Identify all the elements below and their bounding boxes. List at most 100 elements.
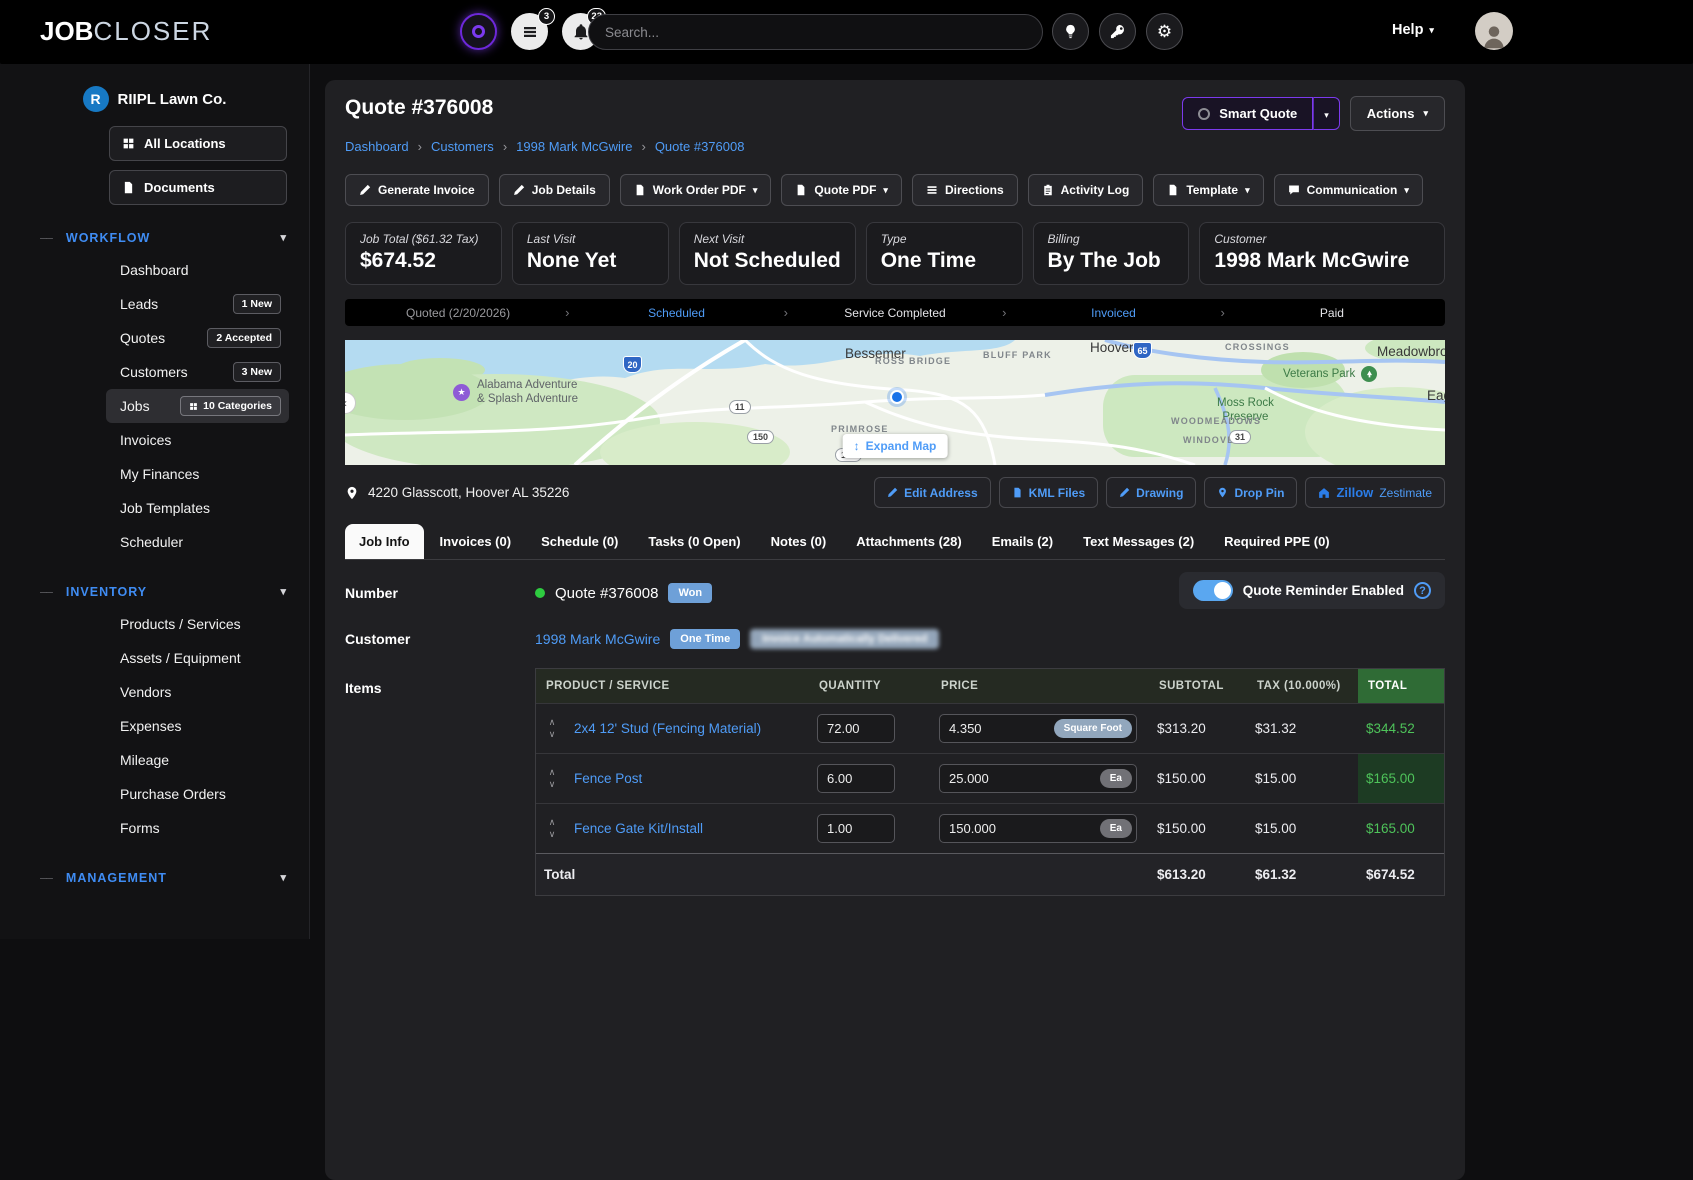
edit-address-button[interactable]: Edit Address (874, 477, 991, 508)
directions-button[interactable]: Directions (912, 174, 1018, 206)
sidebar-item-expenses[interactable]: Expenses (106, 709, 289, 743)
sidebar-section-inventory[interactable]: –– INVENTORY ▾ (40, 585, 287, 599)
tab-required-ppe[interactable]: Required PPE (0) (1210, 524, 1343, 559)
sidebar-item-products-services[interactable]: Products / Services (106, 607, 289, 641)
progress-step-paid[interactable]: Paid (1225, 306, 1439, 320)
tab-emails[interactable]: Emails (2) (978, 524, 1067, 559)
row-reorder-control[interactable]: ∧∨ (536, 710, 566, 747)
generate-invoice-button[interactable]: Generate Invoice (345, 174, 489, 206)
sidebar-item-scheduler[interactable]: Scheduler (106, 525, 289, 559)
chevron-down-icon[interactable]: ∨ (549, 730, 556, 739)
search-input[interactable] (588, 14, 1043, 50)
breadcrumb-customers[interactable]: Customers (431, 139, 494, 154)
smart-quote-dropdown-button[interactable]: ▾ (1313, 97, 1340, 130)
sidebar-item-job-templates[interactable]: Job Templates (106, 491, 289, 525)
customer-link[interactable]: 1998 Mark McGwire (535, 631, 660, 647)
all-locations-button[interactable]: All Locations (109, 126, 287, 161)
tab-schedule[interactable]: Schedule (0) (527, 524, 632, 559)
chevron-down-icon[interactable]: ∨ (549, 780, 556, 789)
communication-button[interactable]: Communication▾ (1274, 174, 1423, 206)
sidebar-item-mileage[interactable]: Mileage (106, 743, 289, 777)
product-link[interactable]: 2x4 12' Stud (Fencing Material) (574, 721, 761, 736)
drawing-button[interactable]: Drawing (1106, 477, 1196, 508)
ideas-button[interactable] (1052, 13, 1089, 50)
section-label: INVENTORY (66, 585, 147, 599)
row-reorder-control[interactable]: ∧∨ (536, 810, 566, 847)
section-label: WORKFLOW (66, 231, 150, 245)
quote-reminder-toggle[interactable] (1193, 580, 1233, 601)
smart-quote-button[interactable]: Smart Quote (1182, 97, 1313, 130)
chevron-down-icon[interactable]: ∨ (549, 830, 556, 839)
drop-pin-button[interactable]: Drop Pin (1204, 477, 1297, 508)
tab-text-messages[interactable]: Text Messages (2) (1069, 524, 1208, 559)
access-keys-button[interactable] (1099, 13, 1136, 50)
documents-button[interactable]: Documents (109, 170, 287, 205)
actions-button[interactable]: Actions ▾ (1350, 96, 1445, 131)
breadcrumb-dashboard[interactable]: Dashboard (345, 139, 409, 154)
help-menu[interactable]: Help ▾ (1392, 22, 1434, 38)
tab-invoices[interactable]: Invoices (0) (426, 524, 526, 559)
activity-log-button[interactable]: Activity Log (1028, 174, 1144, 206)
brand-circle-button[interactable] (460, 13, 497, 50)
help-question-icon[interactable]: ? (1414, 582, 1431, 599)
sidebar-item-dashboard[interactable]: Dashboard (106, 253, 289, 287)
chevron-up-icon[interactable]: ∧ (549, 818, 556, 827)
sidebar-item-forms[interactable]: Forms (106, 811, 289, 845)
sidebar-item-my-finances[interactable]: My Finances (106, 457, 289, 491)
chevron-up-icon[interactable]: ∧ (549, 718, 556, 727)
progress-step-quoted[interactable]: Quoted (2/20/2026) (351, 306, 565, 320)
chevron-up-icon[interactable]: ∧ (549, 768, 556, 777)
sidebar-section-management[interactable]: –– MANAGEMENT ▾ (40, 871, 287, 885)
app-logo[interactable]: JOBCLOSER (40, 16, 212, 47)
quantity-input[interactable] (817, 714, 895, 743)
quotes-badge: 2 Accepted (207, 328, 281, 348)
breadcrumb-customer-name[interactable]: 1998 Mark McGwire (516, 139, 632, 154)
unit-badge[interactable]: Square Foot (1054, 719, 1132, 738)
brand-ring-icon (472, 25, 485, 38)
route-150-shield: 150 (747, 430, 774, 444)
sidebar-item-vendors[interactable]: Vendors (106, 675, 289, 709)
job-details-button[interactable]: Job Details (499, 174, 610, 206)
row-reorder-control[interactable]: ∧∨ (536, 760, 566, 797)
product-link[interactable]: Fence Post (574, 771, 642, 786)
kml-files-button[interactable]: KML Files (999, 477, 1098, 508)
tab-tasks[interactable]: Tasks (0 Open) (634, 524, 754, 559)
quantity-input[interactable] (817, 814, 895, 843)
zillow-zestimate-button[interactable]: Zillow Zestimate (1305, 477, 1445, 508)
sidebar-item-assets-equipment[interactable]: Assets / Equipment (106, 641, 289, 675)
progress-step-scheduled[interactable]: Scheduled (569, 306, 783, 320)
sidebar-item-invoices[interactable]: Invoices (106, 423, 289, 457)
sidebar-item-quotes[interactable]: Quotes2 Accepted (106, 321, 289, 355)
map-widget[interactable]: Bessemer ★ Alabama Adventure& Splash Adv… (345, 340, 1445, 465)
subtotal-value: $150.00 (1149, 763, 1247, 794)
expand-map-button[interactable]: ↕ Expand Map (843, 434, 948, 458)
stat-job-total: Job Total ($61.32 Tax)$674.52 (345, 222, 502, 285)
stat-label: Type (881, 232, 1008, 246)
progress-step-service-completed[interactable]: Service Completed (788, 306, 1002, 320)
sidebar-section-workflow[interactable]: –– WORKFLOW ▾ (40, 231, 287, 245)
unit-badge[interactable]: Ea (1100, 819, 1132, 838)
queue-button[interactable]: 3 (511, 13, 548, 50)
stat-next-visit: Next VisitNot Scheduled (679, 222, 856, 285)
quote-pdf-button[interactable]: Quote PDF▾ (781, 174, 902, 206)
sidebar-item-customers[interactable]: Customers3 New (106, 355, 289, 389)
work-order-pdf-button[interactable]: Work Order PDF▾ (620, 174, 772, 206)
sidebar-item-leads[interactable]: Leads1 New (106, 287, 289, 321)
settings-button[interactable]: ⚙ (1146, 13, 1183, 50)
sidebar-item-jobs[interactable]: Jobs 10 Categories (106, 389, 289, 423)
quantity-input[interactable] (817, 764, 895, 793)
item-row: ∧∨ Fence Gate Kit/Install Ea $150.00 $15… (536, 803, 1444, 853)
house-icon (1318, 487, 1330, 499)
breadcrumb-quote[interactable]: Quote #376008 (655, 139, 745, 154)
tab-notes[interactable]: Notes (0) (757, 524, 841, 559)
unit-badge[interactable]: Ea (1100, 769, 1132, 788)
sidebar-item-purchase-orders[interactable]: Purchase Orders (106, 777, 289, 811)
company-header[interactable]: R RIIPL Lawn Co. (0, 86, 309, 112)
product-link[interactable]: Fence Gate Kit/Install (574, 821, 703, 836)
template-button[interactable]: Template▾ (1153, 174, 1263, 206)
user-avatar[interactable] (1475, 12, 1513, 50)
tab-job-info[interactable]: Job Info (345, 524, 424, 559)
tab-attachments[interactable]: Attachments (28) (842, 524, 975, 559)
document-icon (634, 184, 646, 196)
progress-step-invoiced[interactable]: Invoiced (1006, 306, 1220, 320)
